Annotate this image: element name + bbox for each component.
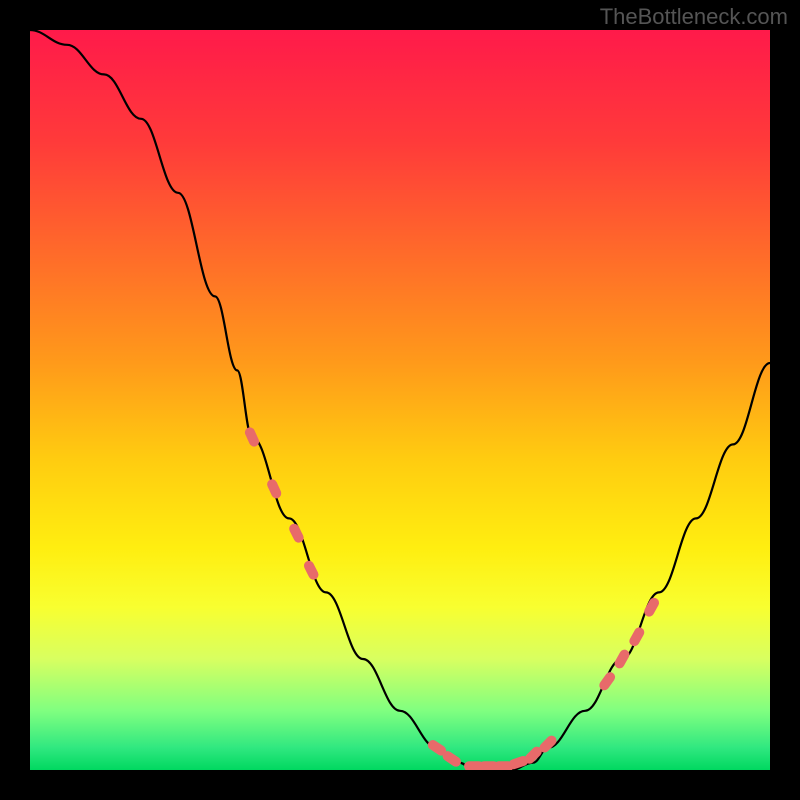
chart-plot: [30, 30, 770, 770]
gradient-background: [30, 30, 770, 770]
watermark: TheBottleneck.com: [600, 4, 788, 30]
chart-frame: [30, 30, 770, 770]
